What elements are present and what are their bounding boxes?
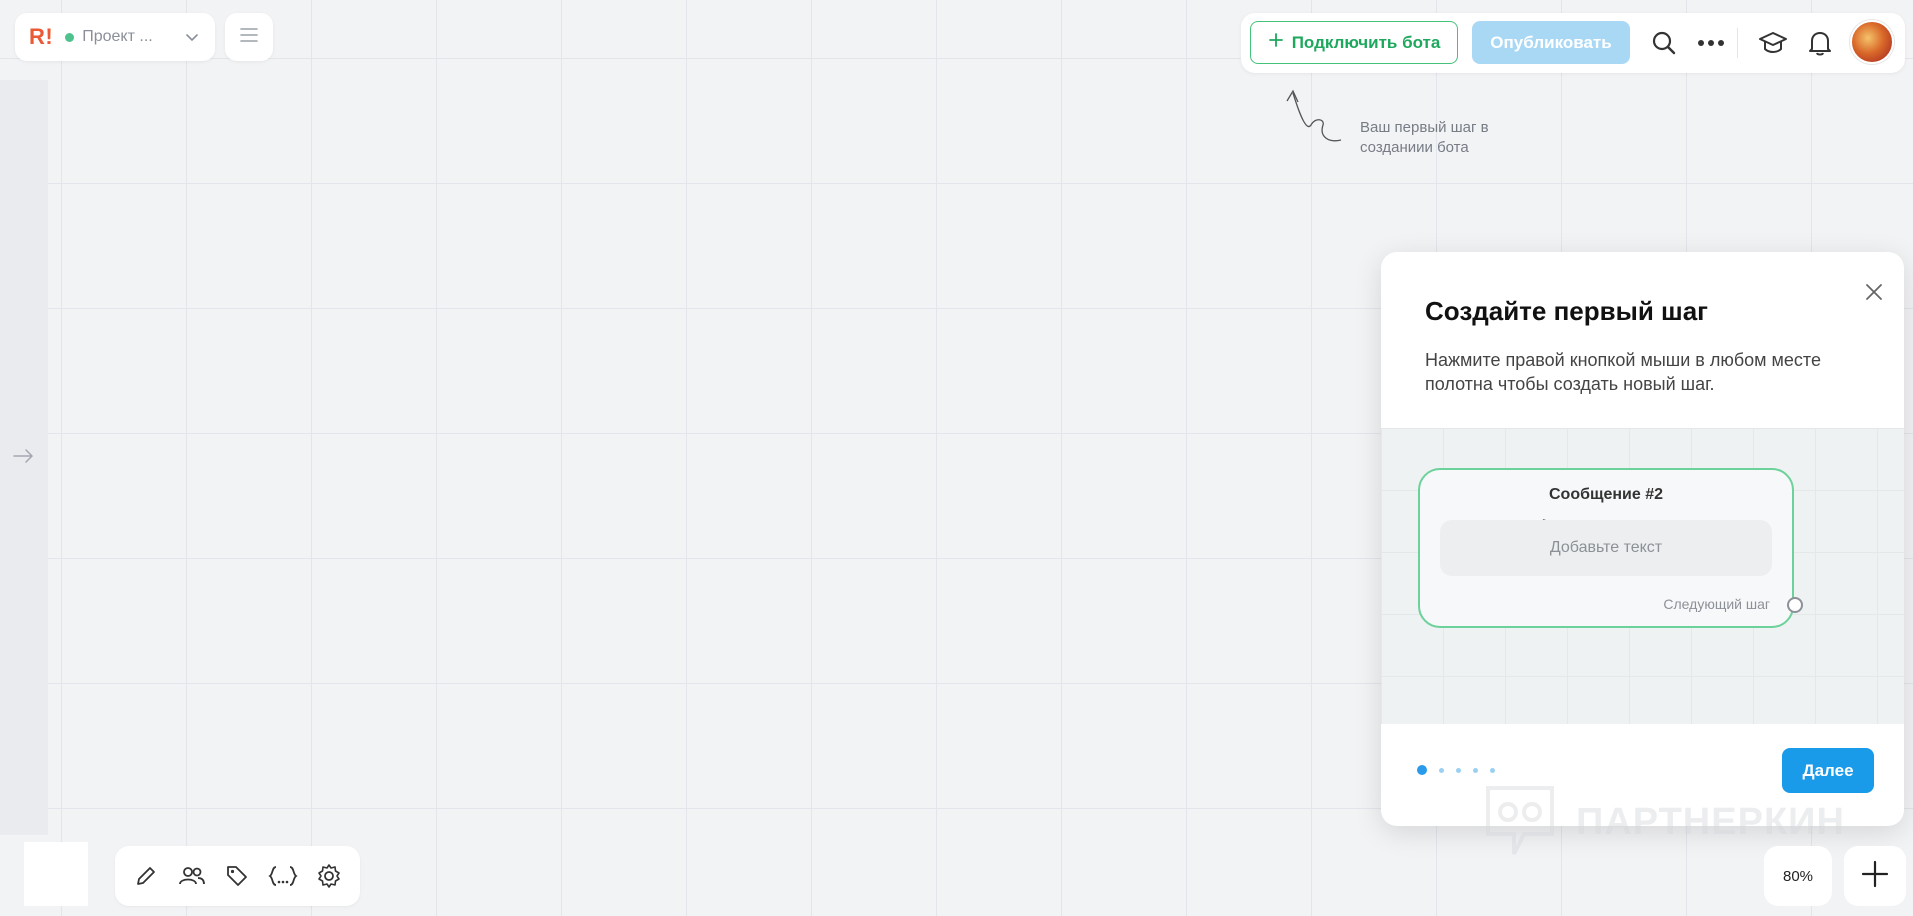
user-avatar[interactable] bbox=[1850, 20, 1894, 64]
chevron-down-icon bbox=[183, 28, 201, 46]
onboarding-title: Создайте первый шаг bbox=[1425, 296, 1709, 326]
next-step-label: Следующий шаг bbox=[1663, 596, 1770, 612]
plus-icon bbox=[1860, 859, 1890, 894]
watermark-text: ПАРТНЕРКИН bbox=[1576, 800, 1845, 843]
first-step-hint: Ваш первый шаг в созданиии бота bbox=[1360, 119, 1489, 156]
minimap[interactable] bbox=[24, 842, 88, 906]
plus-icon bbox=[1268, 32, 1284, 53]
brand-logo: R! bbox=[29, 24, 54, 49]
project-selector[interactable]: R! Проект ... bbox=[15, 13, 215, 61]
watermark-logo-icon bbox=[1486, 786, 1554, 855]
more-icon[interactable] bbox=[1694, 26, 1728, 60]
project-name: Проект ... bbox=[82, 28, 153, 45]
connect-bot-button[interactable]: Подключить бота bbox=[1250, 21, 1458, 64]
onboarding-dialog: Создайте первый шаг Нажмите правой кнопк… bbox=[1381, 252, 1904, 826]
pagination-dot[interactable] bbox=[1456, 767, 1461, 773]
zoom-level[interactable]: 80% bbox=[1764, 846, 1832, 906]
message-step-card: Сообщение #2 Добавьте текст Следующий ша… bbox=[1418, 468, 1803, 628]
add-step-button[interactable] bbox=[1844, 846, 1906, 906]
next-step-port bbox=[1787, 597, 1803, 613]
search-icon[interactable] bbox=[1647, 26, 1681, 60]
users-icon[interactable] bbox=[176, 860, 208, 892]
onboarding-preview: Сообщение #2 Добавьте текст Следующий ша… bbox=[1381, 428, 1904, 724]
onboarding-pagination bbox=[1417, 765, 1495, 775]
pagination-dot[interactable] bbox=[1417, 765, 1427, 775]
toolbar-divider bbox=[1737, 28, 1738, 58]
expand-panel-arrow-icon[interactable] bbox=[10, 444, 38, 468]
connect-bot-label: Подключить бота bbox=[1291, 32, 1441, 52]
pagination-dot[interactable] bbox=[1490, 767, 1495, 773]
hint-arrow-icon bbox=[1285, 85, 1345, 147]
tag-icon[interactable] bbox=[221, 860, 253, 892]
onboarding-description: Нажмите правой кнопкой мыши в любом мест… bbox=[1425, 350, 1821, 394]
pagination-dot[interactable] bbox=[1473, 767, 1478, 773]
graduation-cap-icon[interactable] bbox=[1756, 26, 1790, 60]
bell-icon[interactable] bbox=[1803, 26, 1837, 60]
main-menu-button[interactable] bbox=[225, 13, 273, 61]
project-status-dot bbox=[65, 32, 75, 42]
pagination-dot[interactable] bbox=[1439, 767, 1444, 773]
hamburger-icon bbox=[239, 27, 259, 48]
pencil-icon[interactable] bbox=[130, 860, 162, 892]
close-icon[interactable] bbox=[1862, 280, 1886, 304]
bottom-toolbar bbox=[115, 846, 360, 906]
variables-icon[interactable] bbox=[267, 860, 299, 892]
publish-button[interactable]: Опубликовать bbox=[1472, 21, 1630, 64]
gear-icon[interactable] bbox=[313, 860, 345, 892]
message-text-placeholder: Добавьте текст bbox=[1440, 520, 1772, 576]
message-card-title: Сообщение #2 bbox=[1548, 486, 1664, 503]
